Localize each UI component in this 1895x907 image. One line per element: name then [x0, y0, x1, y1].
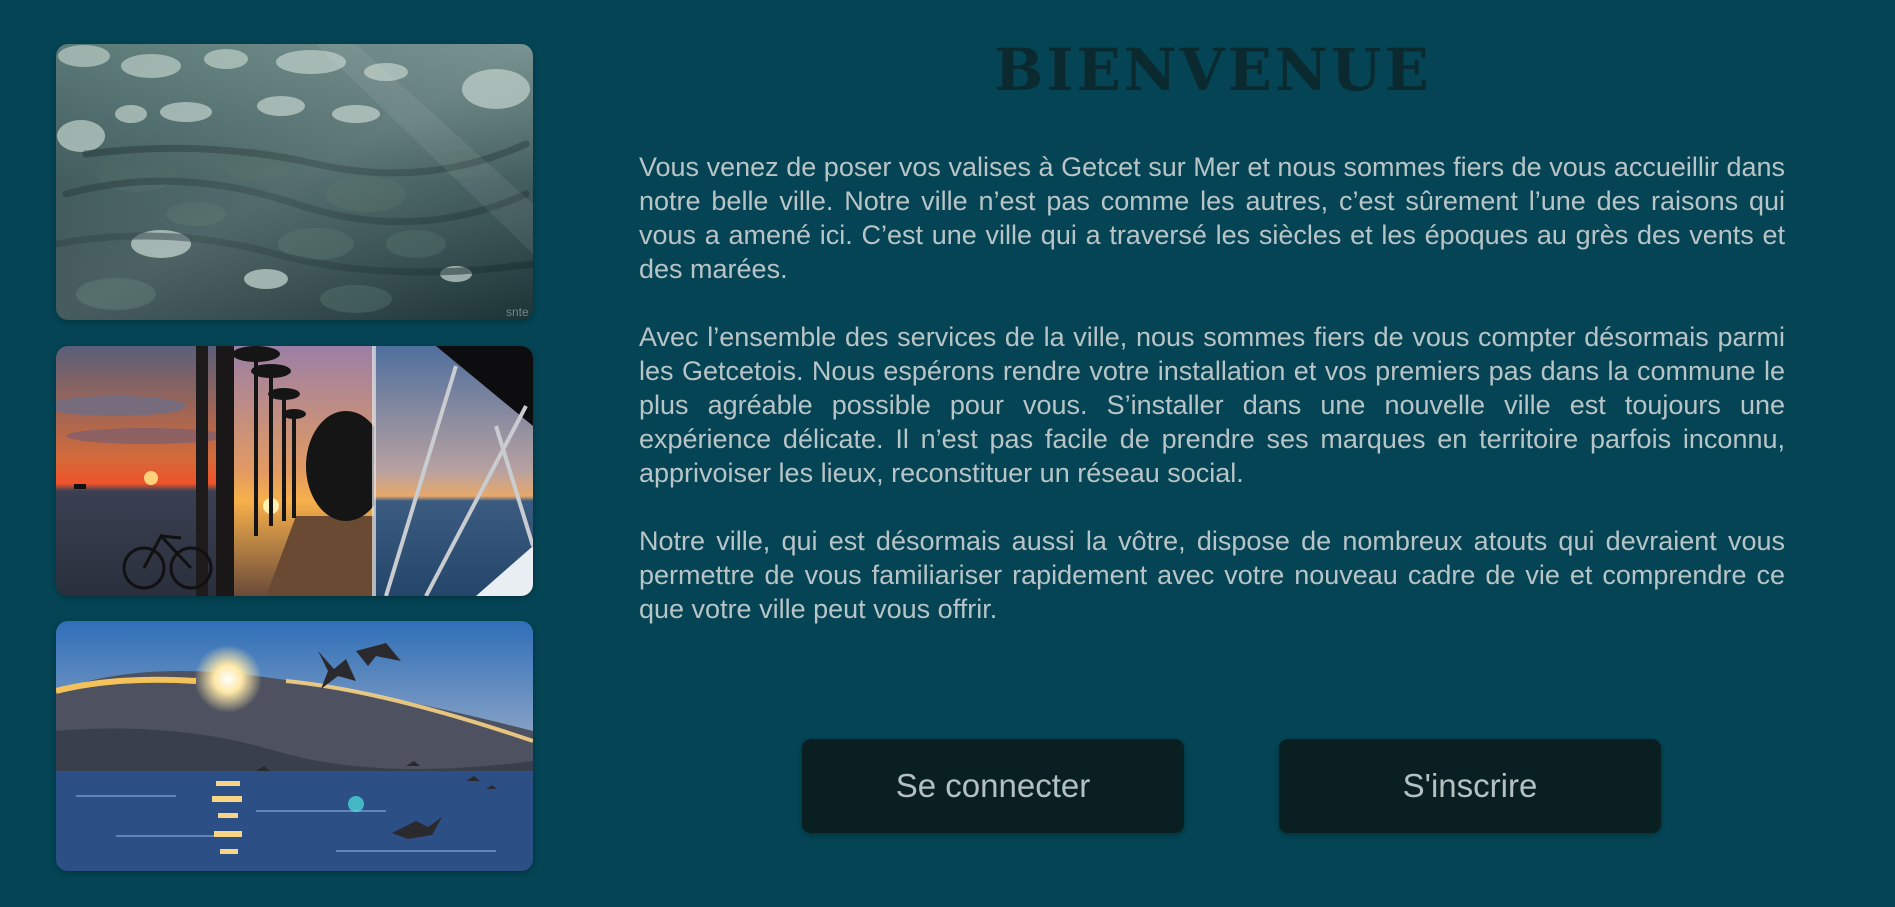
photo-water-stones: snte [56, 44, 533, 320]
signup-button[interactable]: S'inscrire [1279, 739, 1661, 833]
login-button[interactable]: Se connecter [802, 739, 1184, 833]
welcome-text: Vous venez de poser vos valises à Getcet… [639, 150, 1785, 660]
welcome-paragraph: Notre ville, qui est désormais aussi la … [639, 526, 1785, 624]
welcome-paragraph: Vous venez de poser vos valises à Getcet… [639, 152, 1785, 284]
photo-watermark: snte [506, 305, 529, 319]
photo-sunset-collage [56, 346, 533, 596]
photo-seagulls-sea [56, 621, 533, 871]
page-title: BIENVENUE [994, 36, 1432, 104]
welcome-paragraph: Avec l’ensemble des services de la ville… [639, 322, 1785, 488]
